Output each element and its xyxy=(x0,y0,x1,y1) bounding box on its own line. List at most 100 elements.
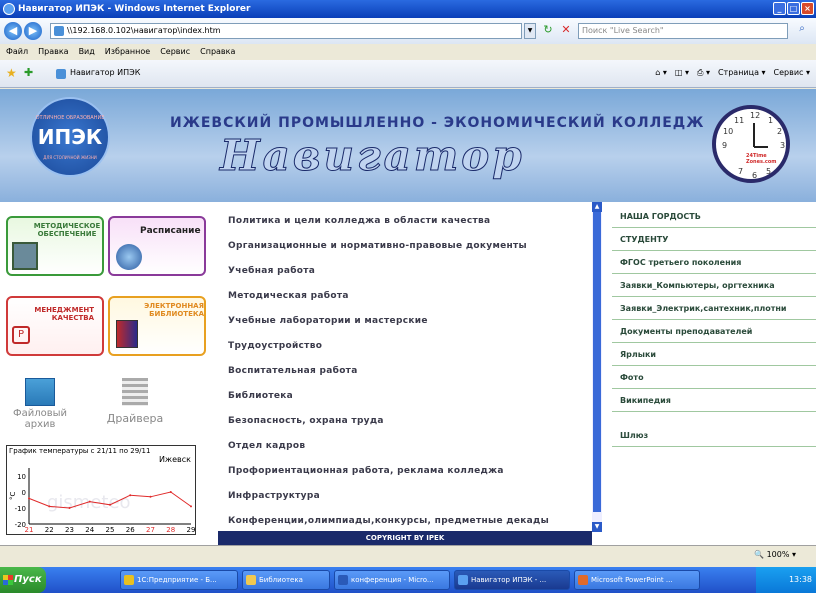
right-link-shortcuts[interactable]: Ярлыки xyxy=(612,344,816,366)
chart-watermark: gismeteo xyxy=(47,492,131,513)
chart-x-tick: 26 xyxy=(126,526,135,534)
right-link-student[interactable]: СТУДЕНТУ xyxy=(612,229,816,251)
menu-favorites[interactable]: Избранное xyxy=(105,44,150,60)
chart-x-tick: 25 xyxy=(106,526,115,534)
menu-tools[interactable]: Сервис xyxy=(160,44,190,60)
menu-help[interactable]: Справка xyxy=(200,44,235,60)
menu-view[interactable]: Вид xyxy=(79,44,95,60)
tab-navigator[interactable]: Навигатор ИПЭК xyxy=(56,68,140,79)
menu-edit[interactable]: Правка xyxy=(38,44,68,60)
search-icon[interactable]: ⌕ xyxy=(792,23,812,39)
chart-point xyxy=(169,491,172,493)
scroll-down-icon[interactable]: ▼ xyxy=(592,522,602,532)
link-academic[interactable]: Учебная работа xyxy=(228,266,315,276)
minimize-icon[interactable]: _ xyxy=(773,2,786,15)
taskbar-item-powerpoint[interactable]: Microsoft PowerPoint ... xyxy=(574,570,700,590)
clock-minute-hand xyxy=(753,123,755,147)
add-favorite-icon[interactable]: ✚ xyxy=(24,66,33,79)
feeds-icon[interactable]: ◫ ▾ xyxy=(675,68,689,78)
zoom-level[interactable]: 🔍 100% ▾ xyxy=(754,550,796,559)
right-link-teacher-docs[interactable]: Документы преподавателей xyxy=(612,321,816,343)
page-menu-button[interactable]: Страница ▾ xyxy=(718,68,766,78)
clock-widget: 12 1 2 3 5 6 7 9 10 11 24Time Zones.com xyxy=(712,105,790,183)
print-icon[interactable]: ⎙ ▾ xyxy=(697,68,710,78)
right-link-pride[interactable]: НАША ГОРДОСТЬ xyxy=(612,206,816,228)
start-button[interactable]: Пуск xyxy=(0,567,46,593)
link-safety[interactable]: Безопасность, охрана труда xyxy=(228,416,384,426)
right-link-requests-computers[interactable]: Заявки_Компьютеры, оргтехника xyxy=(612,275,816,297)
method-icon xyxy=(12,242,38,270)
ie-taskbar-icon xyxy=(458,575,468,585)
temperature-chart[interactable]: gismeteo °C 10 0 -10 -20 21 22 23 24 25 26 27 28 29 Гр… xyxy=(6,445,196,535)
clock-hour-hand xyxy=(754,146,768,148)
quality-management-tile[interactable]: МЕНЕДЖМЕНТ КАЧЕСТВА P xyxy=(6,296,104,356)
right-link-photo[interactable]: Фото xyxy=(612,367,816,389)
address-input[interactable]: \\192.168.0.102\навигатор\index.htm xyxy=(50,23,522,39)
right-menu: НАША ГОРДОСТЬ СТУДЕНТУ ФГОС третьего пок… xyxy=(612,202,816,545)
chart-point xyxy=(190,505,192,508)
drivers-link[interactable]: Драйвера xyxy=(100,378,170,425)
window-title: Навигатор ИПЭК - Windows Internet Explor… xyxy=(18,4,251,14)
link-upbringing[interactable]: Воспитательная работа xyxy=(228,366,358,376)
college-logo[interactable]: ОТЛИЧНОЕ ОБРАЗОВАНИЕ ИПЭК ДЛЯ СТОЛИЧНОЙ … xyxy=(30,97,110,177)
chart-x-tick: 28 xyxy=(166,526,175,534)
link-library[interactable]: Библиотека xyxy=(228,391,293,401)
chart-x-tick: 24 xyxy=(85,526,94,534)
address-dropdown-icon[interactable]: ▼ xyxy=(524,23,536,39)
copyright-bar: COPYRIGHT BY IPEK xyxy=(218,531,592,545)
maximize-icon[interactable]: □ xyxy=(787,2,800,15)
back-icon[interactable]: ◀ xyxy=(4,22,22,40)
home-icon[interactable]: ⌂ ▾ xyxy=(655,68,667,78)
search-input[interactable]: Поиск "Live Search" xyxy=(578,23,788,39)
status-bar: 🔍 100% ▾ xyxy=(0,545,816,567)
link-conferences[interactable]: Конференции,олимпиады,конкурсы, предметн… xyxy=(228,516,549,526)
chart-x-tick: 23 xyxy=(65,526,74,534)
chart-x-tick: 27 xyxy=(146,526,155,534)
taskbar-item-library[interactable]: Библиотека xyxy=(242,570,330,590)
link-regulations[interactable]: Организационные и нормативно-правовые до… xyxy=(228,241,527,251)
link-labs[interactable]: Учебные лаборатории и мастерские xyxy=(228,316,428,326)
link-methodical[interactable]: Методическая работа xyxy=(228,291,349,301)
right-link-gateway[interactable]: Шлюз xyxy=(612,425,816,447)
command-bar: ⌂ ▾ ◫ ▾ ⎙ ▾ Страница ▾ Сервис ▾ xyxy=(655,68,810,78)
link-hr[interactable]: Отдел кадров xyxy=(228,441,305,451)
right-link-requests-electric[interactable]: Заявки_Электрик,сантехник,плотни xyxy=(612,298,816,320)
scroll-thumb[interactable] xyxy=(593,212,601,512)
menu-file[interactable]: Файл xyxy=(6,44,28,60)
stop-icon[interactable]: ✕ xyxy=(558,23,574,39)
scroll-up-icon[interactable]: ▲ xyxy=(592,202,602,212)
tools-menu-button[interactable]: Сервис ▾ xyxy=(774,68,810,78)
link-career[interactable]: Профориентационная работа, реклама колле… xyxy=(228,466,504,476)
banner: ОТЛИЧНОЕ ОБРАЗОВАНИЕ ИПЭК ДЛЯ СТОЛИЧНОЙ … xyxy=(0,89,816,202)
powerpoint-icon xyxy=(578,575,588,585)
link-quality-policy[interactable]: Политика и цели колледжа в области качес… xyxy=(228,216,490,226)
close-icon[interactable]: × xyxy=(801,2,814,15)
chart-point xyxy=(28,497,30,500)
chart-y-tick: 0 xyxy=(22,489,26,497)
forward-icon[interactable]: ▶ xyxy=(24,22,42,40)
chart-point xyxy=(129,494,132,497)
right-link-fgos[interactable]: ФГОС третьего поколения xyxy=(612,252,816,274)
favorites-star-icon[interactable]: ★ xyxy=(6,66,17,80)
books-icon xyxy=(116,320,138,348)
tab-page-icon xyxy=(56,69,66,79)
link-infrastructure[interactable]: Инфраструктура xyxy=(228,491,320,501)
chart-x-tick: 22 xyxy=(45,526,54,534)
method-support-tile[interactable]: МЕТОДИЧЕСКОЕ ОБЕСПЕЧЕНИЕ xyxy=(6,216,104,276)
refresh-icon[interactable]: ↻ xyxy=(540,23,556,39)
archive-icon xyxy=(25,378,55,406)
college-name: ИЖЕВСКИЙ ПРОМЫШЛЕННО - ЭКОНОМИЧЕСКИЙ КОЛ… xyxy=(170,115,705,131)
e-library-tile[interactable]: ЭЛЕКТРОННАЯ БИБЛИОТЕКА xyxy=(108,296,206,356)
left-panel: МЕТОДИЧЕСКОЕ ОБЕСПЕЧЕНИЕ Расписание МЕНЕ… xyxy=(0,202,218,545)
link-employment[interactable]: Трудоустройство xyxy=(228,341,322,351)
right-link-wikipedia[interactable]: Википедия xyxy=(612,390,816,412)
chart-point xyxy=(48,505,51,508)
taskbar-item-word[interactable]: конференция - Micro... xyxy=(334,570,450,590)
taskbar-item-1c[interactable]: 1С:Предприятие - Б... xyxy=(120,570,238,590)
file-archive-link[interactable]: Файловый архив xyxy=(10,378,70,430)
chart-y-tick: 10 xyxy=(17,473,26,481)
schedule-tile[interactable]: Расписание xyxy=(108,216,206,276)
links-scrollbar[interactable]: ▲ ▼ xyxy=(592,202,602,532)
taskbar: Пуск 1С:Предприятие - Б... Библиотека ко… xyxy=(0,567,816,593)
taskbar-item-ie[interactable]: Навигатор ИПЭК - ... xyxy=(454,570,570,590)
